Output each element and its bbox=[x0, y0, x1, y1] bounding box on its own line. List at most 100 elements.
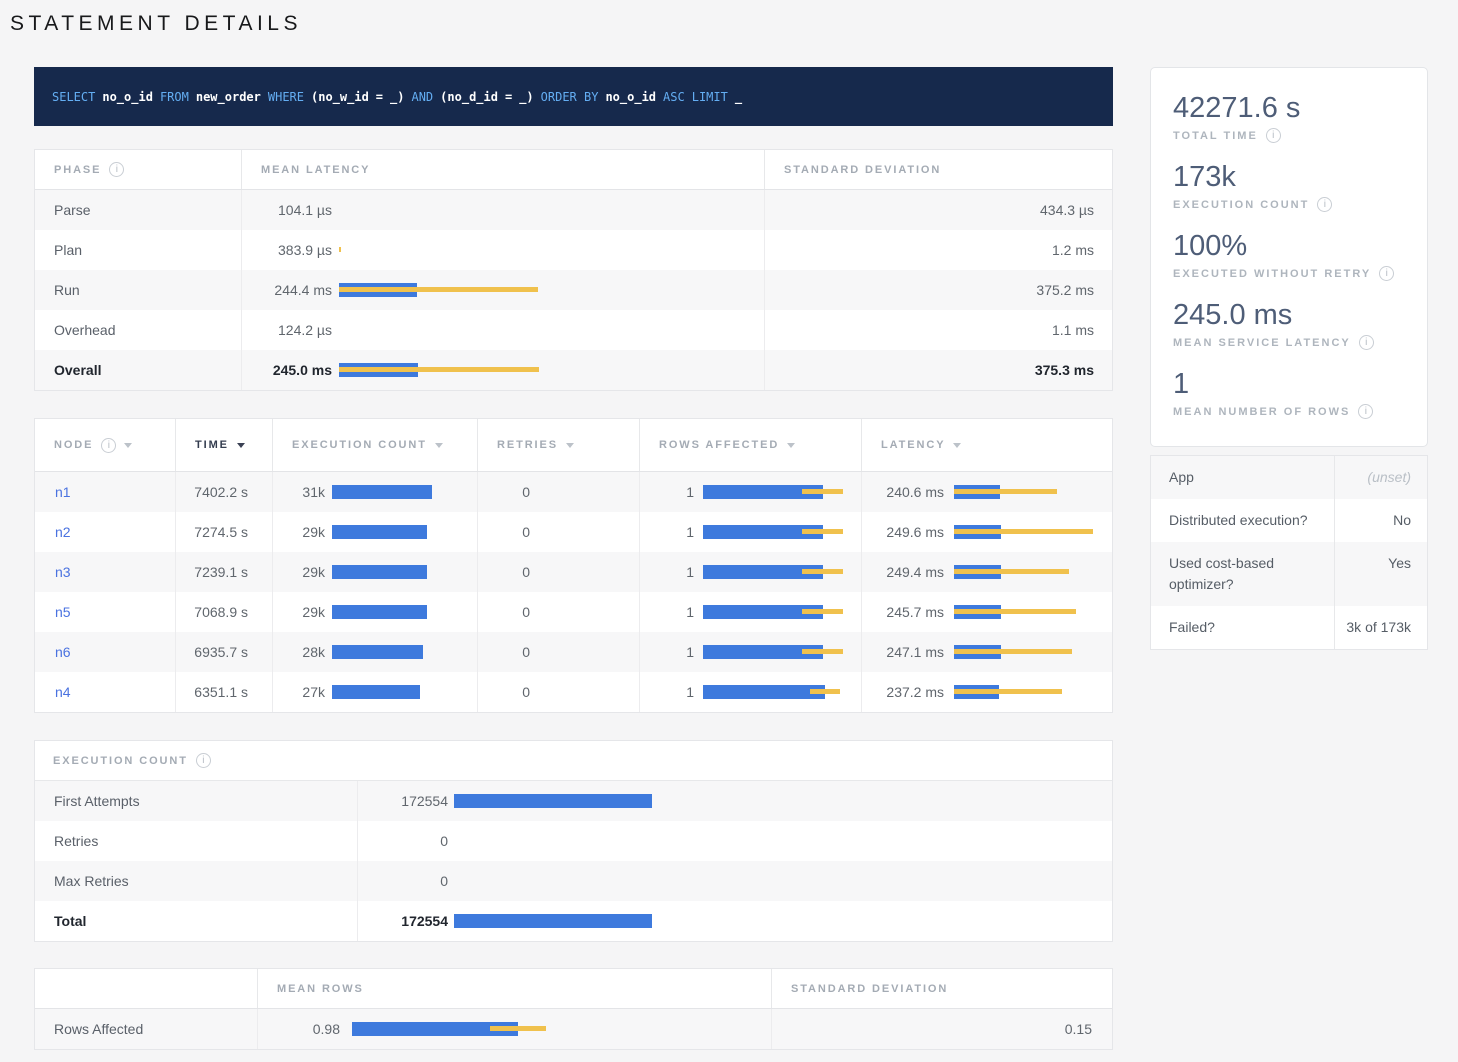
cell-value: 247.1 ms bbox=[862, 644, 944, 660]
bar-chart bbox=[339, 323, 539, 337]
bar-chart bbox=[339, 203, 539, 217]
time-cell: 7274.5 s bbox=[175, 512, 272, 552]
node-link[interactable]: n6 bbox=[55, 644, 71, 660]
latency-cell: 249.6 ms bbox=[861, 512, 1114, 552]
rows-affected-cell: 1 bbox=[639, 552, 861, 592]
bar-mean bbox=[332, 525, 427, 539]
node-col-header-latency[interactable]: LATENCY bbox=[861, 419, 1114, 471]
latency-cell: 249.4 ms bbox=[861, 552, 1114, 592]
info-icon[interactable]: i bbox=[109, 162, 124, 177]
stddev-cell: 1.2 ms bbox=[764, 230, 1114, 270]
retries-cell: 0 bbox=[477, 632, 639, 672]
cell-value: 249.6 ms bbox=[862, 524, 944, 540]
bar-stddev bbox=[802, 569, 843, 574]
phase-name-cell: Overall bbox=[35, 350, 241, 390]
retries-cell: 0 bbox=[477, 472, 639, 512]
stat-value: 42271.6 s bbox=[1173, 91, 1405, 125]
bar-stddev bbox=[810, 689, 840, 694]
bar-chart bbox=[339, 363, 539, 377]
cell-value: 1 bbox=[640, 604, 694, 620]
cell-value: 0 bbox=[478, 524, 530, 540]
node-link[interactable]: n4 bbox=[55, 684, 71, 700]
info-icon[interactable]: i bbox=[1358, 404, 1373, 419]
cell-value: 0 bbox=[478, 604, 530, 620]
phase-row: Overall245.0 ms375.3 ms bbox=[35, 350, 1112, 390]
sql-identifier: _) bbox=[519, 90, 533, 104]
count-cell: 172554 bbox=[357, 781, 1112, 821]
sort-descending-icon bbox=[124, 443, 132, 448]
mean-rows-header-cell: MEAN ROWS bbox=[257, 969, 771, 1008]
sql-identifier: (no_d_id bbox=[440, 90, 498, 104]
info-icon[interactable]: i bbox=[1359, 335, 1374, 350]
attributes-table: App(unset)Distributed execution?NoUsed c… bbox=[1150, 455, 1428, 650]
bar-chart bbox=[332, 525, 471, 539]
node-col-header-rows-affected[interactable]: ROWS AFFECTED bbox=[639, 419, 861, 471]
bar-chart bbox=[703, 685, 853, 699]
cell-value: 245.0 ms bbox=[242, 362, 332, 378]
sql-identifier: (no_w_id bbox=[311, 90, 369, 104]
node-col-header-retries[interactable]: RETRIES bbox=[477, 419, 639, 471]
summary-stat: 245.0 msMEAN SERVICE LATENCYi bbox=[1173, 298, 1405, 350]
node-col-header-execution-count[interactable]: EXECUTION COUNT bbox=[272, 419, 477, 471]
execution-count-cell: 29k bbox=[272, 592, 477, 632]
retries-cell: 0 bbox=[477, 592, 639, 632]
node-row: n37239.1 s29k01249.4 ms bbox=[35, 552, 1112, 592]
info-icon[interactable]: i bbox=[1266, 128, 1281, 143]
count-cell: 0 bbox=[357, 861, 1112, 901]
node-col-header-time[interactable]: TIME bbox=[175, 419, 272, 471]
info-icon[interactable]: i bbox=[101, 438, 116, 453]
sort-descending-icon bbox=[435, 443, 443, 448]
phase-table-header: PHASE i MEAN LATENCY STANDARD DEVIATION bbox=[35, 150, 1112, 190]
bar-mean bbox=[454, 914, 652, 928]
execution-count-table-body: First Attempts172554Retries0Max Retries0… bbox=[35, 781, 1112, 941]
bar-mean bbox=[703, 685, 825, 699]
sql-keyword: LIMIT bbox=[692, 90, 728, 104]
info-icon[interactable]: i bbox=[1317, 197, 1332, 212]
bar-chart bbox=[954, 525, 1101, 539]
info-icon[interactable]: i bbox=[196, 753, 211, 768]
rows-affected-empty-header bbox=[35, 969, 257, 1008]
cell-value: 172554 bbox=[358, 793, 448, 809]
time-cell: 7402.2 s bbox=[175, 472, 272, 512]
node-col-header-node[interactable]: NODEi bbox=[35, 419, 175, 471]
retries-cell: 0 bbox=[477, 672, 639, 712]
cell-value: 1 bbox=[640, 644, 694, 660]
cell-value: 27k bbox=[273, 684, 325, 700]
node-link[interactable]: n3 bbox=[55, 564, 71, 580]
node-row: n17402.2 s31k01240.6 ms bbox=[35, 472, 1112, 512]
attribute-row: Distributed execution?No bbox=[1151, 499, 1427, 542]
sql-keyword: ORDER BY bbox=[541, 90, 599, 104]
sort-descending-icon bbox=[237, 443, 245, 448]
node-link[interactable]: n5 bbox=[55, 604, 71, 620]
cell-value: 29k bbox=[273, 524, 325, 540]
rows-stddev-header-label: STANDARD DEVIATION bbox=[791, 983, 948, 995]
bar-chart bbox=[332, 645, 471, 659]
mean-latency-cell: 124.2 µs bbox=[241, 310, 764, 350]
bar-chart bbox=[703, 565, 853, 579]
sort-descending-icon bbox=[953, 443, 961, 448]
latency-cell: 237.2 ms bbox=[861, 672, 1114, 712]
stddev-cell: 1.1 ms bbox=[764, 310, 1114, 350]
node-link[interactable]: n1 bbox=[55, 484, 71, 500]
node-row: n57068.9 s29k01245.7 ms bbox=[35, 592, 1112, 632]
node-table-header: NODEiTIMEEXECUTION COUNTRETRIESROWS AFFE… bbox=[35, 419, 1112, 472]
row-label-cell: Rows Affected bbox=[35, 1009, 257, 1049]
execution-count-cell: 29k bbox=[272, 552, 477, 592]
execution-count-table: EXECUTION COUNT i First Attempts172554Re… bbox=[34, 740, 1113, 942]
bar-chart bbox=[703, 525, 853, 539]
node-link[interactable]: n2 bbox=[55, 524, 71, 540]
bar-mean bbox=[332, 565, 427, 579]
rows-affected-cell: 1 bbox=[639, 672, 861, 712]
info-icon[interactable]: i bbox=[1379, 266, 1394, 281]
cell-value: 0.15 bbox=[1065, 1021, 1092, 1037]
bar-mean bbox=[332, 645, 423, 659]
mean-latency-cell: 245.0 ms bbox=[241, 350, 764, 390]
bar-chart bbox=[332, 685, 471, 699]
phase-row: Parse104.1 µs434.3 µs bbox=[35, 190, 1112, 230]
bar-chart bbox=[454, 794, 1054, 808]
summary-stat: 100%EXECUTED WITHOUT RETRYi bbox=[1173, 229, 1405, 281]
node-cell: n2 bbox=[35, 512, 175, 552]
node-cell: n6 bbox=[35, 632, 175, 672]
cell-value: 240.6 ms bbox=[862, 484, 944, 500]
content: SELECTno_o_idFROMnew_orderWHERE(no_w_id=… bbox=[34, 67, 1458, 1050]
